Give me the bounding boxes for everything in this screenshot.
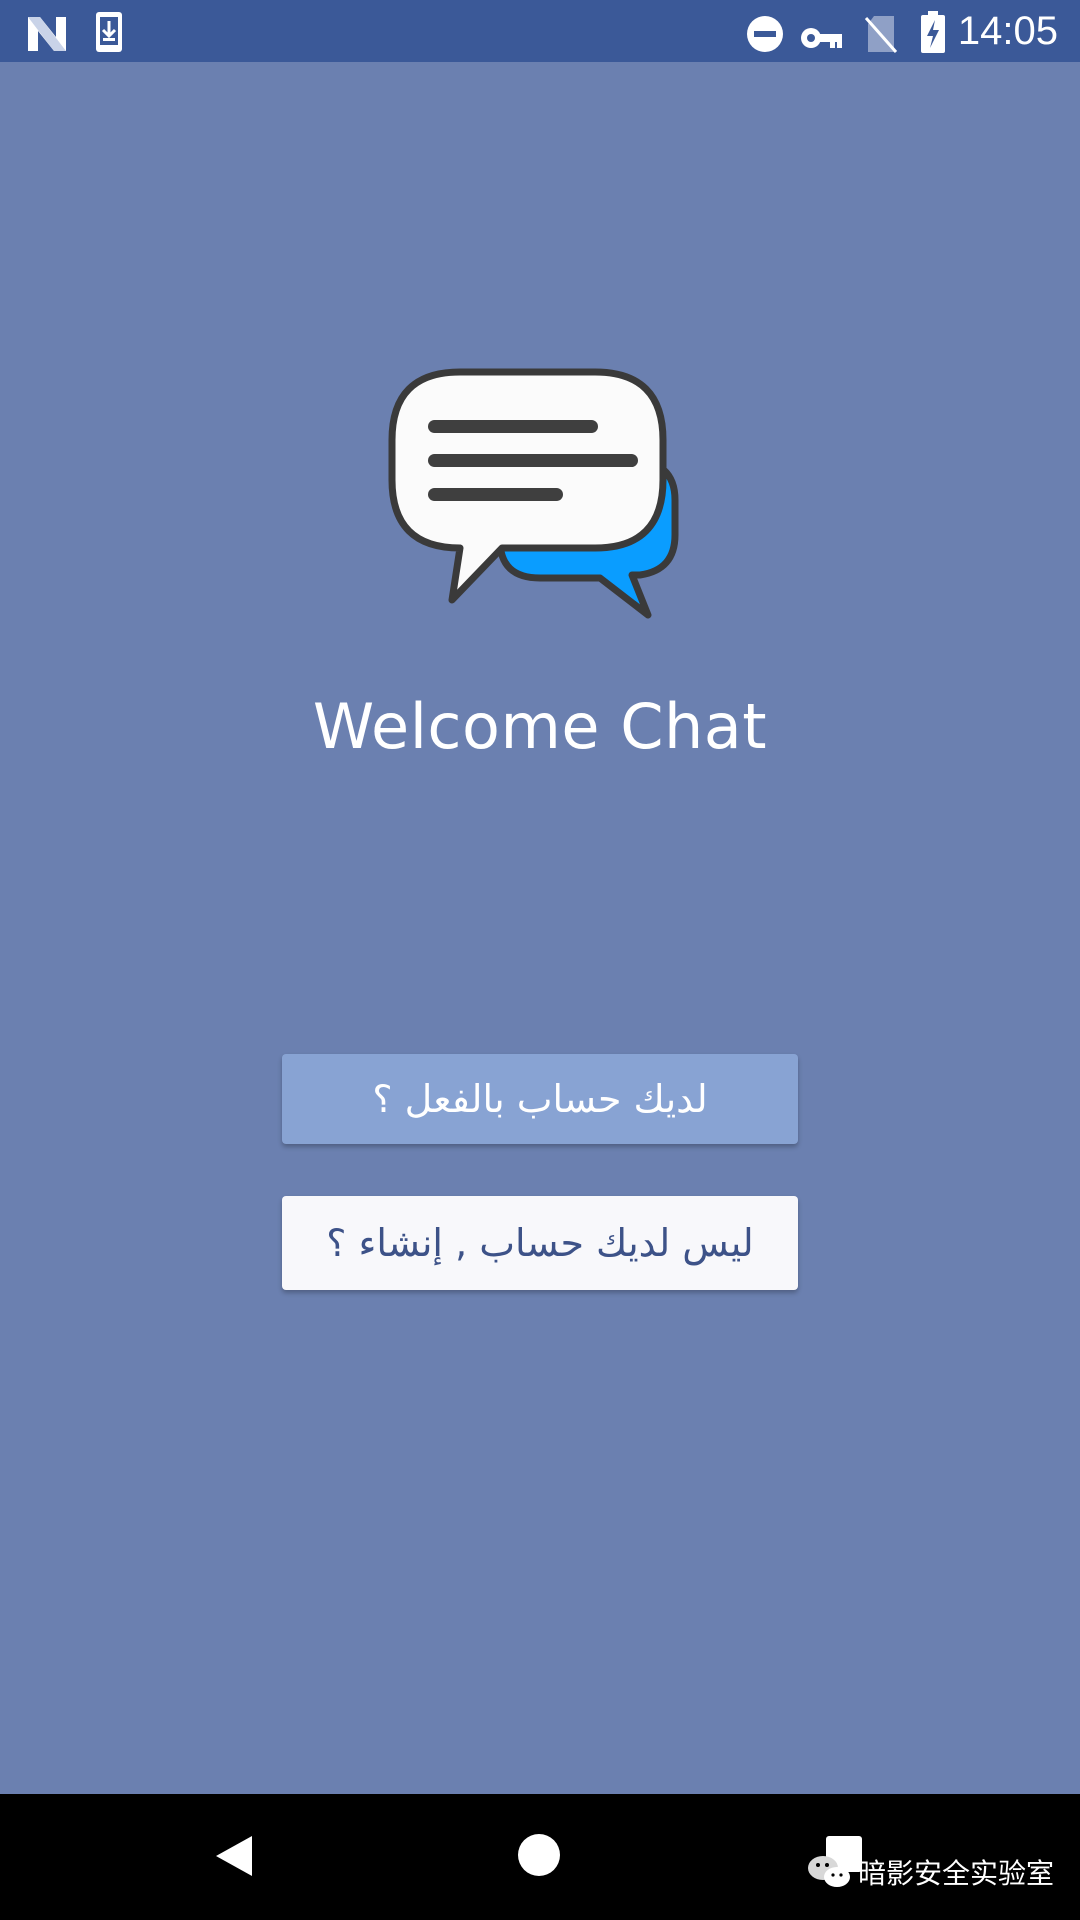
home-circle-icon[interactable] <box>518 1834 560 1876</box>
watermark: 暗影安全实验室 <box>806 1852 1054 1892</box>
app-title: Welcome Chat <box>312 690 768 763</box>
login-button[interactable]: لديك حساب بالفعل ؟ <box>282 1054 798 1144</box>
wechat-icon <box>808 1856 850 1887</box>
back-triangle-icon[interactable] <box>214 1834 254 1878</box>
watermark-text: 暗影安全实验室 <box>858 1857 1055 1890</box>
register-button[interactable]: ليس لديك حساب , إنشاء ؟ <box>282 1196 798 1290</box>
status-time: 14:05 <box>957 9 1058 53</box>
do-not-disturb-icon <box>747 16 783 52</box>
register-button-label: ليس لديك حساب , إنشاء ؟ <box>326 1221 754 1265</box>
app-screen: 14:05 Welcome Chat لديك حساب بالفعل ؟ لي… <box>0 0 1080 1920</box>
status-bar: 14:05 <box>0 0 1080 62</box>
download-icon <box>96 12 122 52</box>
vpn-key-icon <box>801 28 842 48</box>
no-sim-icon <box>864 16 898 53</box>
login-button-label: لديك حساب بالفعل ؟ <box>372 1077 708 1121</box>
navigation-bar: 暗影安全实验室 <box>0 1794 1080 1920</box>
battery-charging-icon <box>921 11 945 53</box>
n-notification-icon <box>28 17 66 51</box>
chat-bubbles-icon <box>388 368 679 619</box>
